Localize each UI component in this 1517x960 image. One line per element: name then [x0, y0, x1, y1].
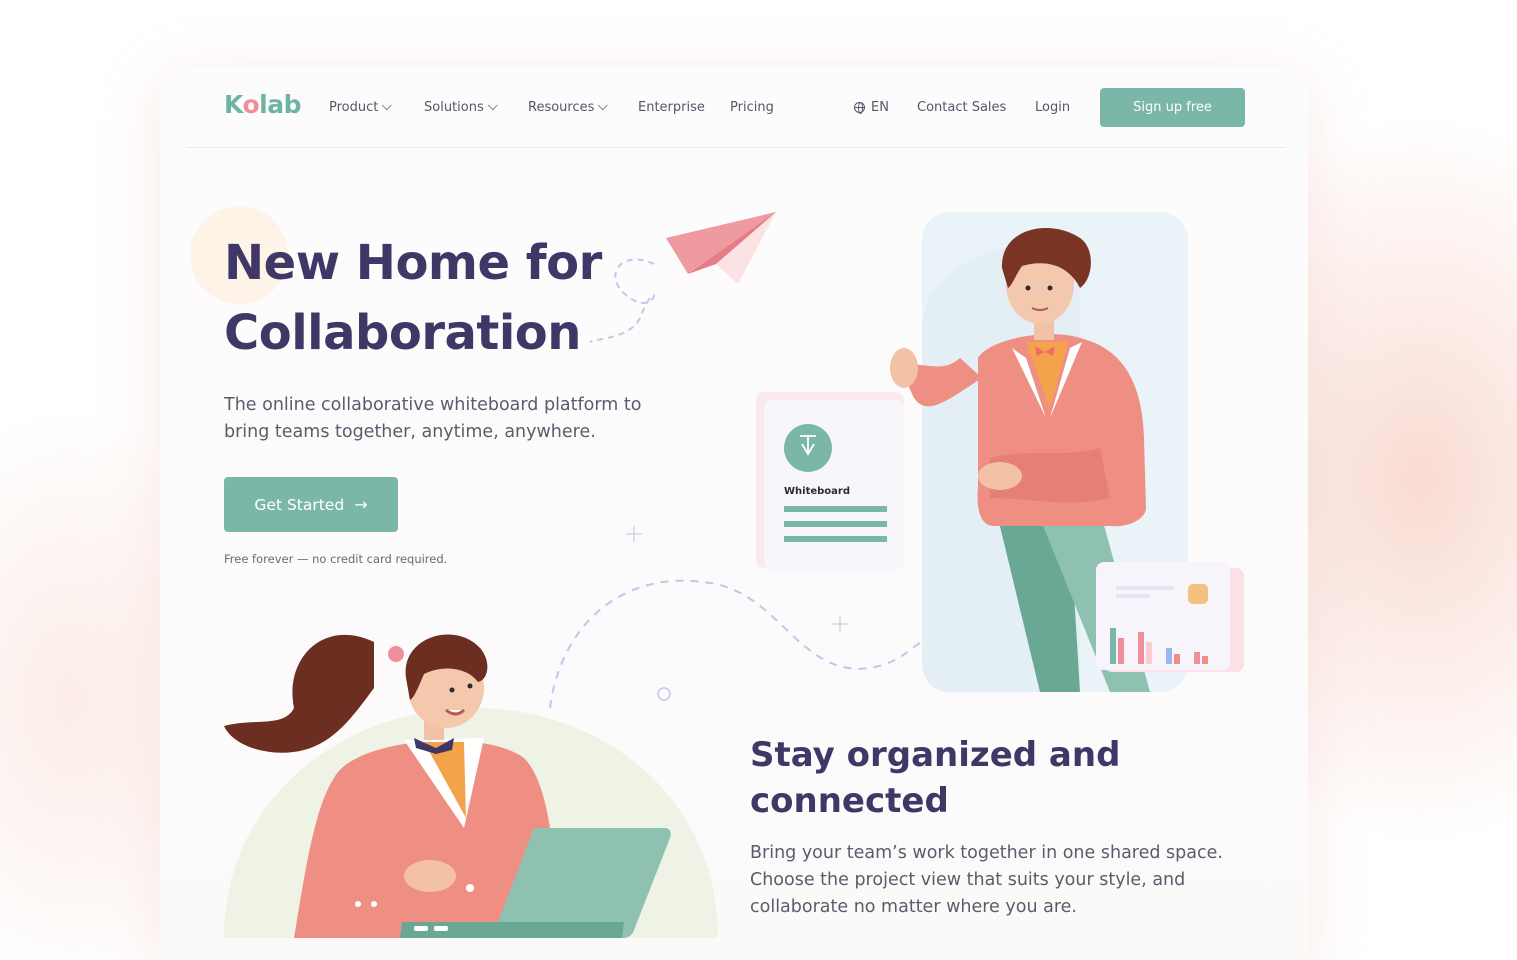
nav-item-pricing[interactable]: Pricing — [730, 100, 774, 115]
woman-laptop-illustration — [224, 634, 718, 938]
get-started-button[interactable]: Get Started → — [224, 477, 398, 532]
nav-item-label: Product — [329, 100, 379, 115]
chevron-down-icon — [487, 100, 498, 111]
free-note: Free forever — no credit card required. — [224, 552, 448, 566]
section-title-line: Stay organized and — [750, 735, 1121, 775]
section-body-line: collaborate no matter where you are. — [750, 897, 1077, 917]
nav-item-label: Enterprise — [638, 100, 705, 115]
kolab-logo[interactable]: Kolab — [224, 90, 301, 119]
get-started-label: Get Started — [254, 495, 345, 514]
signup-label: Sign up free — [1133, 100, 1212, 115]
whiteboard-card-label: Whiteboard — [784, 486, 850, 497]
section-body-line: Choose the project view that suits your … — [750, 870, 1186, 890]
contact-sales-label: Contact Sales — [917, 100, 1007, 115]
language-label: EN — [871, 100, 889, 115]
nav-item-label: Pricing — [730, 100, 774, 115]
section-title-line: connected — [750, 781, 949, 821]
nav-item-product[interactable]: Product — [329, 100, 393, 115]
hero-subtitle-line: The online collaborative whiteboard plat… — [224, 395, 642, 415]
presenter-illustration: Whiteboard — [756, 212, 1244, 692]
signup-button[interactable]: Sign up free — [1100, 88, 1245, 127]
hero-title: New Home for Collaboration — [224, 228, 602, 368]
contact-sales-link[interactable]: Contact Sales — [917, 100, 1006, 115]
nav-item-enterprise[interactable]: Enterprise — [638, 100, 705, 115]
nav-item-label: Solutions — [424, 100, 484, 115]
chevron-down-icon — [382, 100, 393, 111]
language-selector[interactable]: EN — [854, 100, 889, 115]
chevron-down-icon — [598, 100, 609, 111]
globe-icon — [854, 102, 865, 114]
landing-page-card: Kolab Product Solutions Resources Enterp… — [160, 68, 1308, 960]
top-navigation: Kolab Product Solutions Resources Enterp… — [160, 68, 1308, 148]
login-label: Login — [1035, 100, 1071, 115]
hero-title-line: New Home for — [224, 235, 602, 291]
section-body-line: Bring your team’s work together in one s… — [750, 843, 1223, 863]
nav-item-solutions[interactable]: Solutions — [424, 100, 498, 115]
hero-subtitle: The online collaborative whiteboard plat… — [224, 392, 694, 446]
arrow-right-icon: → — [354, 495, 368, 514]
nav-divider — [186, 147, 1286, 148]
nav-item-resources[interactable]: Resources — [528, 100, 609, 115]
nav-item-label: Resources — [528, 100, 595, 115]
hero-title-line: Collaboration — [224, 305, 581, 361]
section-title: Stay organized and connected — [750, 732, 1120, 824]
hero-subtitle-line: bring teams together, anytime, anywhere. — [224, 422, 596, 442]
section-body: Bring your team’s work together in one s… — [750, 840, 1250, 921]
login-link[interactable]: Login — [1035, 100, 1070, 115]
